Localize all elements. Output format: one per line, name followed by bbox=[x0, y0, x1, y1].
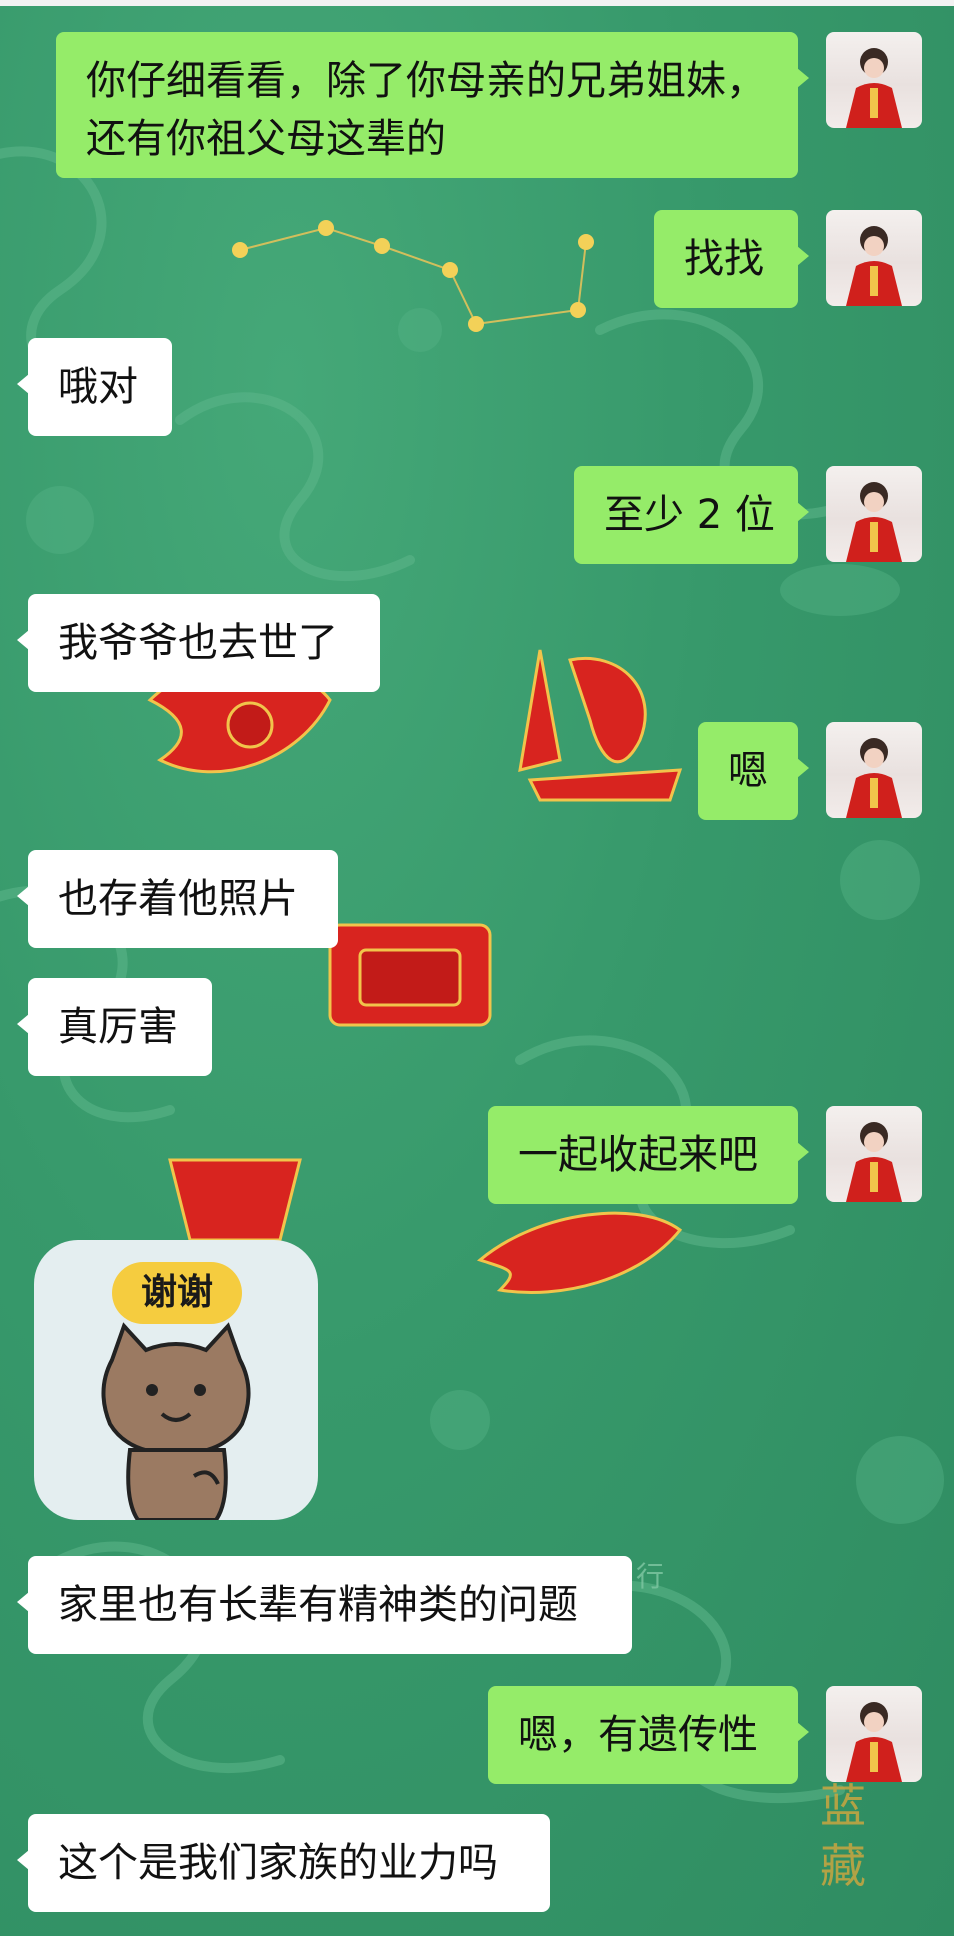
outgoing-message[interactable]: 一起收起来吧 bbox=[488, 1106, 809, 1204]
watermark-char-3: 藏 bbox=[820, 1839, 866, 1893]
incoming-message[interactable]: 真厉害 bbox=[17, 978, 212, 1076]
user-avatar[interactable] bbox=[826, 210, 922, 306]
cat-icon bbox=[101, 1322, 251, 1520]
outgoing-message[interactable]: 找找 bbox=[654, 210, 809, 308]
incoming-message[interactable]: 这个是我们家族的业力吗 bbox=[17, 1814, 550, 1912]
watermark-char-1: 行 bbox=[636, 1560, 665, 1593]
incoming-message[interactable]: 也存着他照片 bbox=[17, 850, 338, 948]
incoming-message[interactable]: 我爷爷也去世了 bbox=[17, 594, 380, 692]
outgoing-message[interactable]: 你仔细看看，除了你母亲的兄弟姐妹， 还有你祖父母这辈的 bbox=[56, 32, 809, 178]
user-avatar[interactable] bbox=[826, 1106, 922, 1202]
message-line: 你仔细看看，除了你母亲的兄弟姐妹， bbox=[86, 58, 766, 104]
user-avatar[interactable] bbox=[826, 32, 922, 128]
user-avatar[interactable] bbox=[826, 1686, 922, 1782]
outgoing-message[interactable]: 嗯 bbox=[698, 722, 809, 820]
outgoing-message[interactable]: 至少 2 位 bbox=[574, 466, 809, 564]
outgoing-message[interactable]: 嗯，有遗传性 bbox=[488, 1686, 809, 1784]
thank-you-cat-sticker[interactable]: 谢谢 bbox=[34, 1240, 318, 1520]
user-avatar[interactable] bbox=[826, 722, 922, 818]
incoming-message[interactable]: 家里也有长辈有精神类的问题 bbox=[17, 1556, 632, 1654]
user-avatar[interactable] bbox=[826, 466, 922, 562]
incoming-message[interactable]: 哦对 bbox=[17, 338, 172, 436]
message-line: 还有你祖父母这辈的 bbox=[86, 116, 446, 162]
